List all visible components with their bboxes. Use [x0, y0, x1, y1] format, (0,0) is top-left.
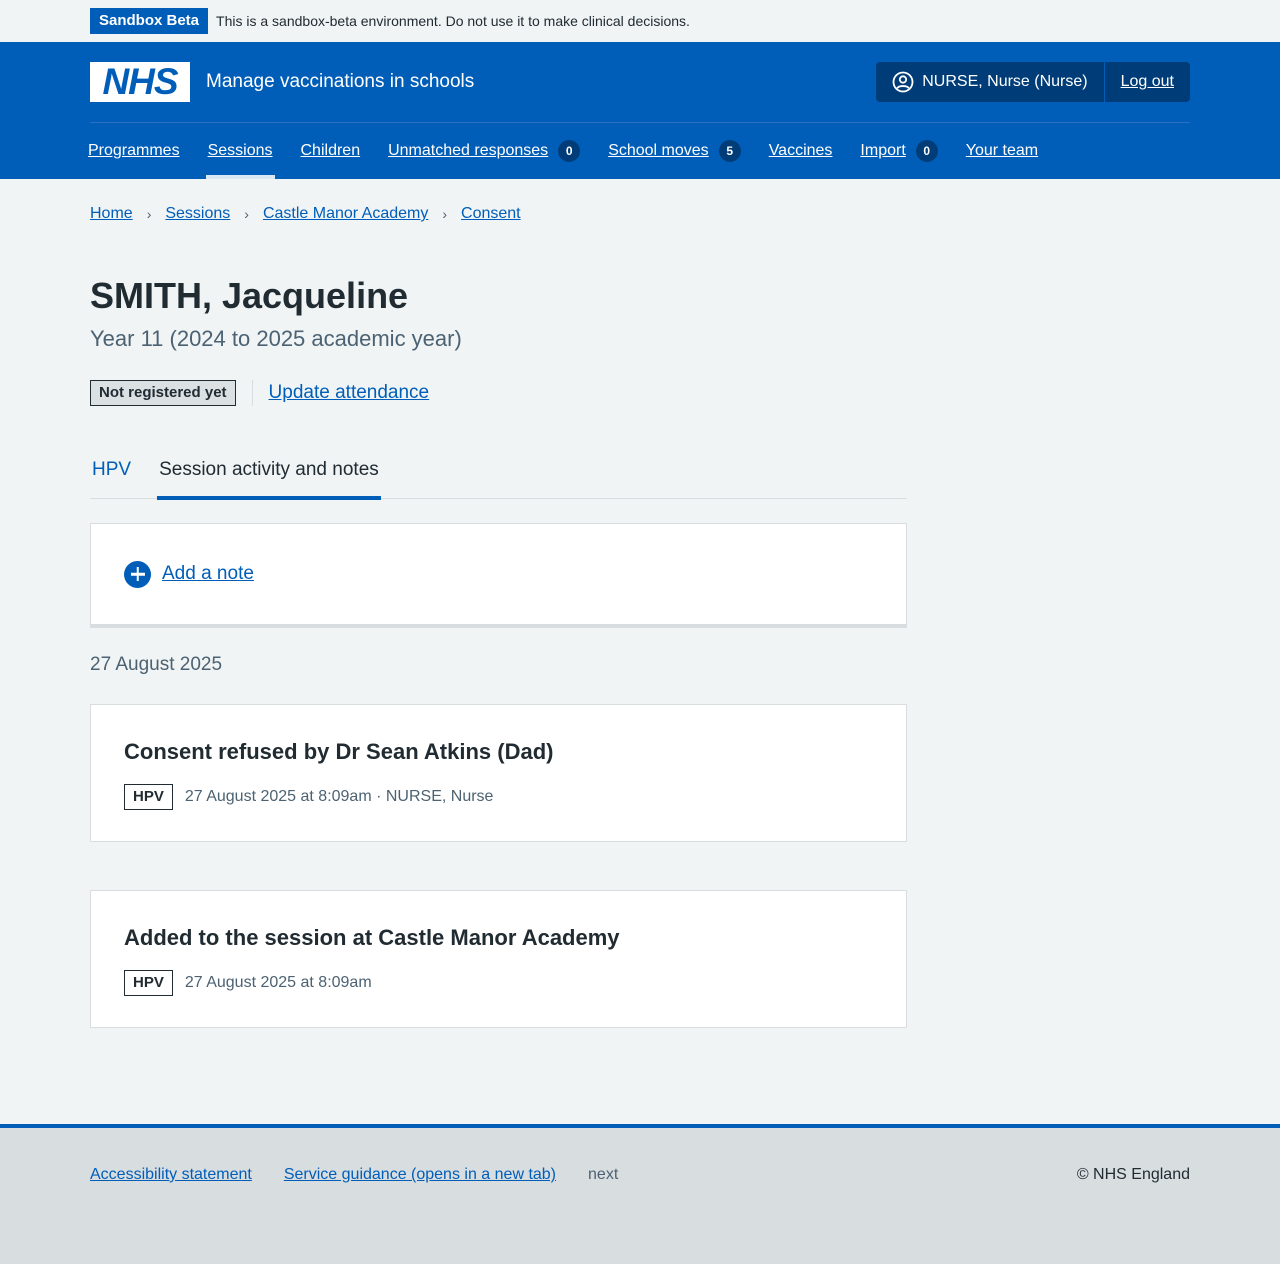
- chevron-right-icon: ›: [244, 206, 249, 222]
- activity-date-heading: 27 August 2025: [90, 654, 223, 675]
- nav-link-import[interactable]: Import: [860, 142, 905, 160]
- tab-session-activity-label: Session activity and notes: [159, 458, 379, 480]
- page-caption: Year 11 (2024 to 2025 academic year): [90, 326, 462, 351]
- nav-item-unmatched-responses: Unmatched responses 0: [388, 123, 581, 179]
- event-timestamp: 27 August 2025 at 8:09am: [184, 974, 372, 991]
- add-note-card: Add a note: [90, 523, 907, 628]
- account-menu: NURSE, Nurse (Nurse) Log out: [876, 62, 1190, 102]
- breadcrumb-school[interactable]: Castle Manor Academy: [263, 205, 428, 223]
- user-icon: [892, 71, 914, 93]
- tab-hpv[interactable]: HPV: [90, 440, 133, 499]
- activity-event-card: Added to the session at Castle Manor Aca…: [90, 890, 907, 1028]
- logout-link[interactable]: Log out: [1121, 73, 1174, 91]
- nav-link-programmes[interactable]: Programmes: [88, 142, 180, 160]
- nhs-logo-text: NHS: [102, 61, 178, 102]
- unmatched-responses-count: 0: [558, 140, 581, 162]
- update-attendance-link[interactable]: Update attendance: [269, 382, 430, 404]
- accessibility-statement-link[interactable]: Accessibility statement: [90, 1166, 252, 1184]
- nav-item-import: Import 0: [860, 123, 938, 179]
- nav-link-vaccines[interactable]: Vaccines: [769, 142, 833, 160]
- chevron-right-icon: ›: [442, 206, 448, 222]
- nav-item-sessions: Sessions: [205, 123, 275, 179]
- copyright: © NHS England: [1076, 1166, 1190, 1183]
- footer-links: Accessibility statement Service guidance…: [90, 1166, 618, 1184]
- site-footer: Accessibility statement Service guidance…: [0, 1124, 1280, 1264]
- nav-item-school-moves: School moves 5: [608, 123, 741, 179]
- activity-event-card: Consent refused by Dr Sean Atkins (Dad) …: [90, 704, 907, 842]
- version-label: next: [588, 1166, 619, 1183]
- school-moves-count: 5: [718, 140, 741, 162]
- event-meta: HPV 27 August 2025 at 8:09am · NURSE, Nu…: [124, 784, 873, 810]
- sandbox-tag: Sandbox Beta: [90, 8, 209, 34]
- logout-item: Log out: [1105, 62, 1190, 102]
- programme-tabs: HPV Session activity and notes: [90, 440, 907, 500]
- tab-hpv-link[interactable]: HPV: [92, 459, 131, 481]
- event-timestamp: 27 August 2025 at 8:09am · NURSE, Nurse: [184, 788, 494, 805]
- account-user: NURSE, Nurse (Nurse): [876, 62, 1103, 102]
- nav-item-programmes: Programmes: [88, 123, 180, 179]
- plus-circle-icon[interactable]: [124, 560, 151, 588]
- sandbox-banner: Sandbox Beta This is a sandbox-beta envi…: [0, 0, 1280, 42]
- page-title: SMITH, Jacqueline: [90, 275, 409, 316]
- nav-item-your-team: Your team: [966, 123, 1038, 179]
- add-note-link[interactable]: Add a note: [162, 563, 254, 585]
- sandbox-message: This is a sandbox-beta environment. Do n…: [216, 13, 690, 29]
- account-user-name: NURSE, Nurse (Nurse): [922, 73, 1088, 90]
- nav-link-children[interactable]: Children: [301, 142, 361, 160]
- nav-link-sessions[interactable]: Sessions: [208, 142, 273, 160]
- breadcrumb-home[interactable]: Home: [90, 205, 133, 223]
- breadcrumb-consent[interactable]: Consent: [461, 205, 521, 223]
- nav-link-your-team[interactable]: Your team: [966, 142, 1038, 160]
- event-title: Added to the session at Castle Manor Aca…: [124, 925, 620, 950]
- nav-item-vaccines: Vaccines: [769, 123, 833, 179]
- import-count: 0: [915, 140, 938, 162]
- attendance-status-row: Not registered yet Update attendance: [90, 380, 429, 406]
- service-name[interactable]: Manage vaccinations in schools: [206, 71, 474, 93]
- tab-session-activity[interactable]: Session activity and notes: [157, 440, 381, 500]
- site-header: NHS Manage vaccinations in schools NURSE…: [0, 42, 1280, 179]
- programme-tag: HPV: [124, 970, 173, 996]
- event-meta: HPV 27 August 2025 at 8:09am: [124, 970, 873, 996]
- service-guidance-link[interactable]: Service guidance (opens in a new tab): [284, 1166, 556, 1184]
- primary-nav: Programmes Sessions Children Unmatched r…: [88, 123, 1066, 179]
- breadcrumb-sessions[interactable]: Sessions: [165, 205, 230, 223]
- status-divider: [251, 380, 253, 406]
- nhs-logo[interactable]: NHS: [90, 62, 190, 102]
- programme-tag: HPV: [124, 784, 173, 810]
- chevron-right-icon: ›: [146, 206, 152, 222]
- breadcrumb: Home › Sessions › Castle Manor Academy ›…: [90, 205, 521, 223]
- nav-link-school-moves[interactable]: School moves: [608, 142, 709, 160]
- nav-link-unmatched-responses[interactable]: Unmatched responses: [388, 142, 548, 160]
- registration-status-badge: Not registered yet: [90, 380, 236, 406]
- event-title: Consent refused by Dr Sean Atkins (Dad): [124, 739, 554, 764]
- nav-item-children: Children: [301, 123, 361, 179]
